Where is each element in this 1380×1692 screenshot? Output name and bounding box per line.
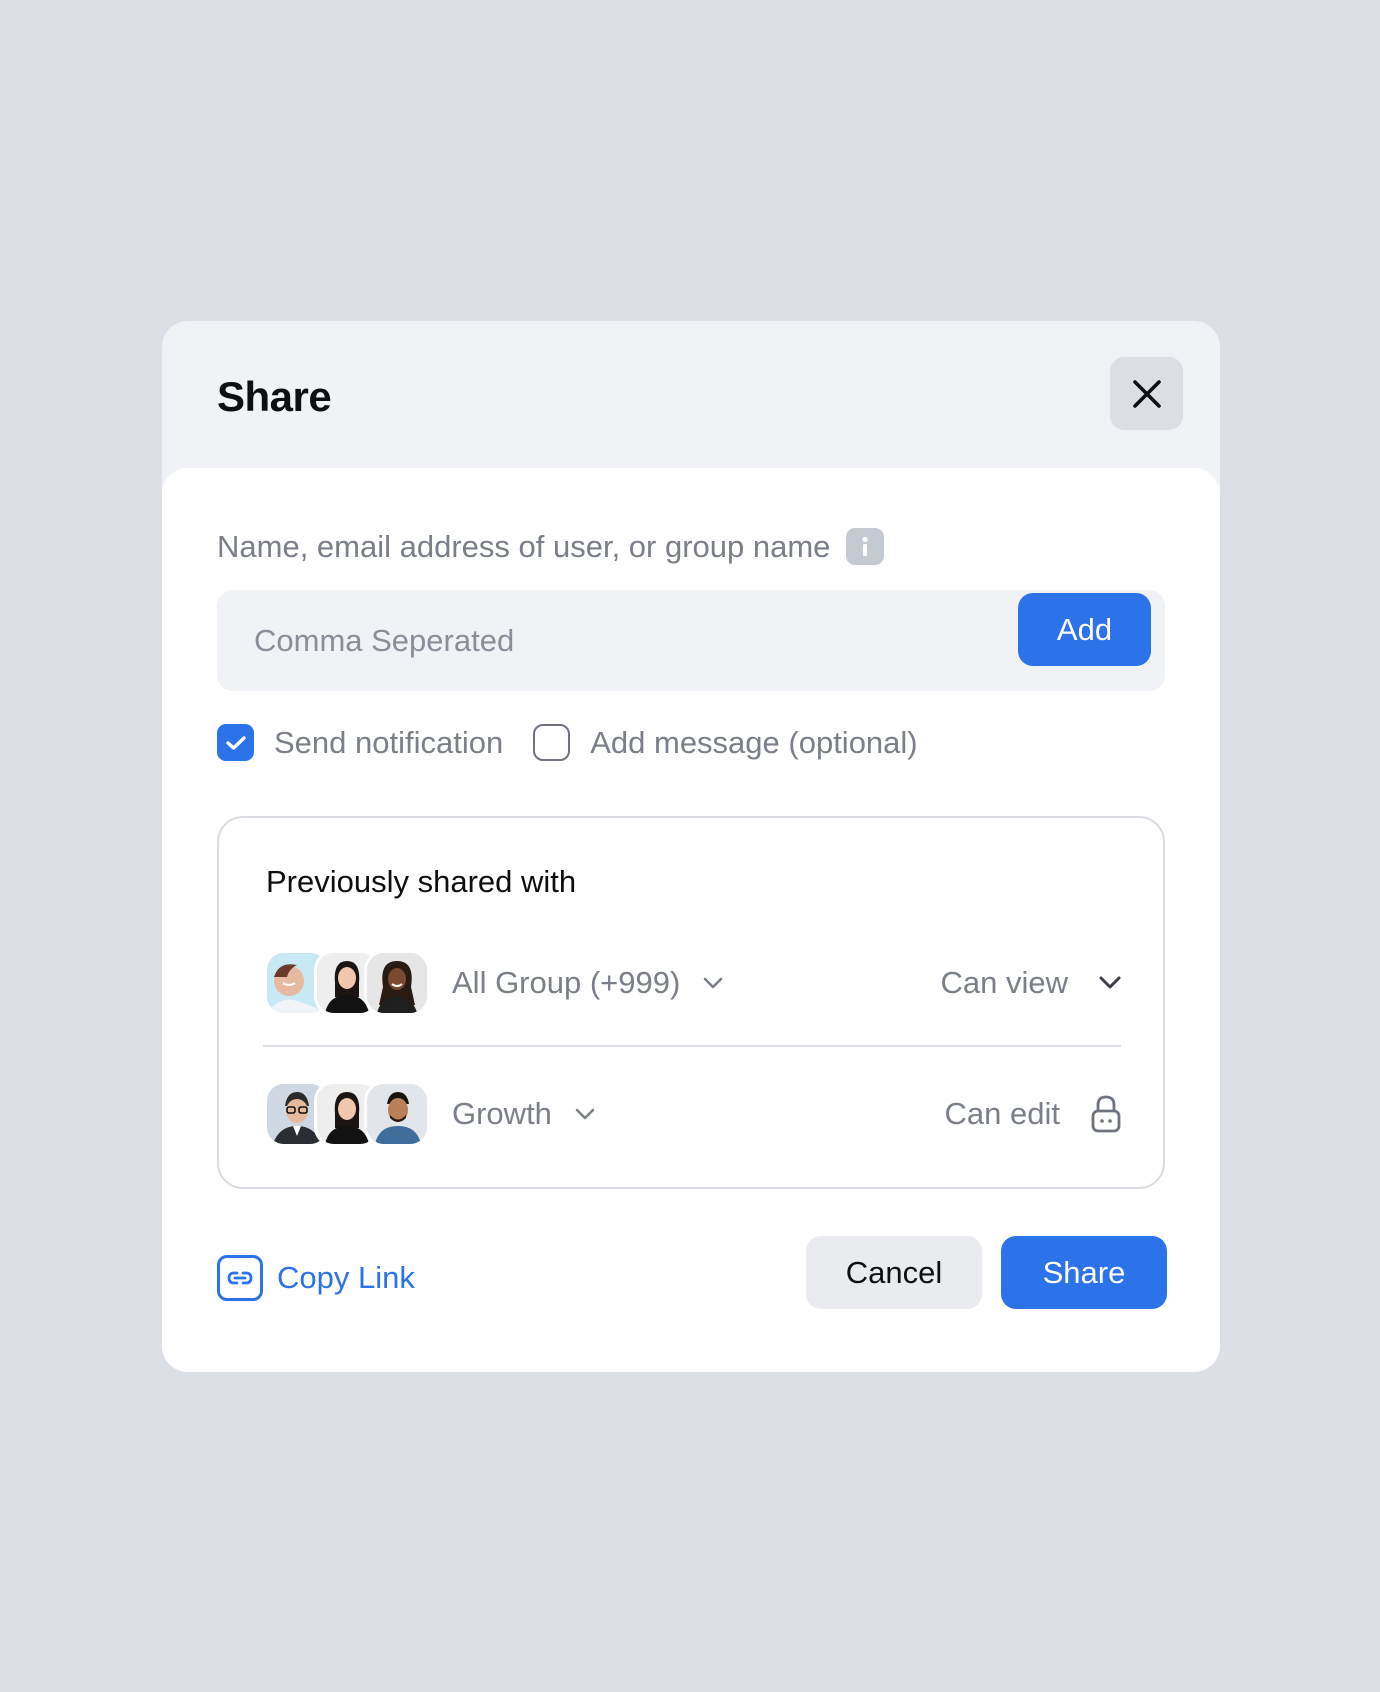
chevron-down-icon <box>1099 976 1121 989</box>
checkmark-icon <box>225 735 246 750</box>
shared-entry: All Group (+999) Can view <box>264 950 1122 1016</box>
dialog-body: Name, email address of user, or group na… <box>162 468 1220 1372</box>
avatar <box>364 950 430 1016</box>
dialog-title: Share <box>217 373 332 420</box>
add-message-label[interactable]: Add message (optional) <box>590 725 917 761</box>
chevron-down-icon <box>704 977 723 989</box>
shared-entry: Growth Can edit <box>264 1081 1122 1147</box>
previously-shared-title: Previously shared with <box>266 864 577 899</box>
dialog-header: Share <box>162 321 1220 468</box>
link-icon <box>217 1255 263 1301</box>
send-notification-label[interactable]: Send notification <box>274 725 503 761</box>
permission-label: Can edit <box>944 1096 1060 1131</box>
group-name[interactable]: Growth <box>452 1096 552 1132</box>
previously-shared-panel: Previously shared with All Group (+999) … <box>217 816 1165 1189</box>
add-button[interactable]: Add <box>1018 593 1151 666</box>
group-name[interactable]: All Group (+999) <box>452 965 680 1001</box>
permission-locked <box>1090 1094 1122 1134</box>
copy-link-label[interactable]: Copy Link <box>277 1260 415 1296</box>
chevron-down-icon <box>575 1108 595 1120</box>
add-message-checkbox[interactable] <box>533 724 571 761</box>
avatar-stack <box>264 1081 430 1147</box>
row-divider <box>263 1045 1121 1047</box>
lock-icon <box>1091 1095 1121 1133</box>
group-dropdown[interactable] <box>702 976 724 990</box>
close-button[interactable] <box>1110 357 1183 430</box>
avatar-stack <box>264 950 430 1016</box>
permission-select[interactable]: Can view <box>941 965 1069 1001</box>
recipient-field-label: Name, email address of user, or group na… <box>217 528 885 565</box>
share-dialog: Share Name, email address of user, or gr… <box>162 321 1220 1372</box>
avatar <box>364 1081 430 1147</box>
group-dropdown[interactable] <box>574 1107 596 1121</box>
cancel-button[interactable]: Cancel <box>806 1236 982 1309</box>
close-icon <box>1132 379 1161 408</box>
share-button[interactable]: Share <box>1001 1236 1167 1309</box>
recipient-input-wrapper: Add <box>217 590 1165 691</box>
recipient-label-text: Name, email address of user, or group na… <box>217 528 831 564</box>
recipient-input[interactable] <box>217 590 1007 691</box>
permission-dropdown[interactable] <box>1098 975 1122 991</box>
notification-options: Send notification Add message (optional) <box>217 724 918 761</box>
copy-link-button[interactable]: Copy Link <box>217 1255 415 1301</box>
send-notification-checkbox[interactable] <box>217 724 254 761</box>
info-icon[interactable] <box>846 528 885 565</box>
